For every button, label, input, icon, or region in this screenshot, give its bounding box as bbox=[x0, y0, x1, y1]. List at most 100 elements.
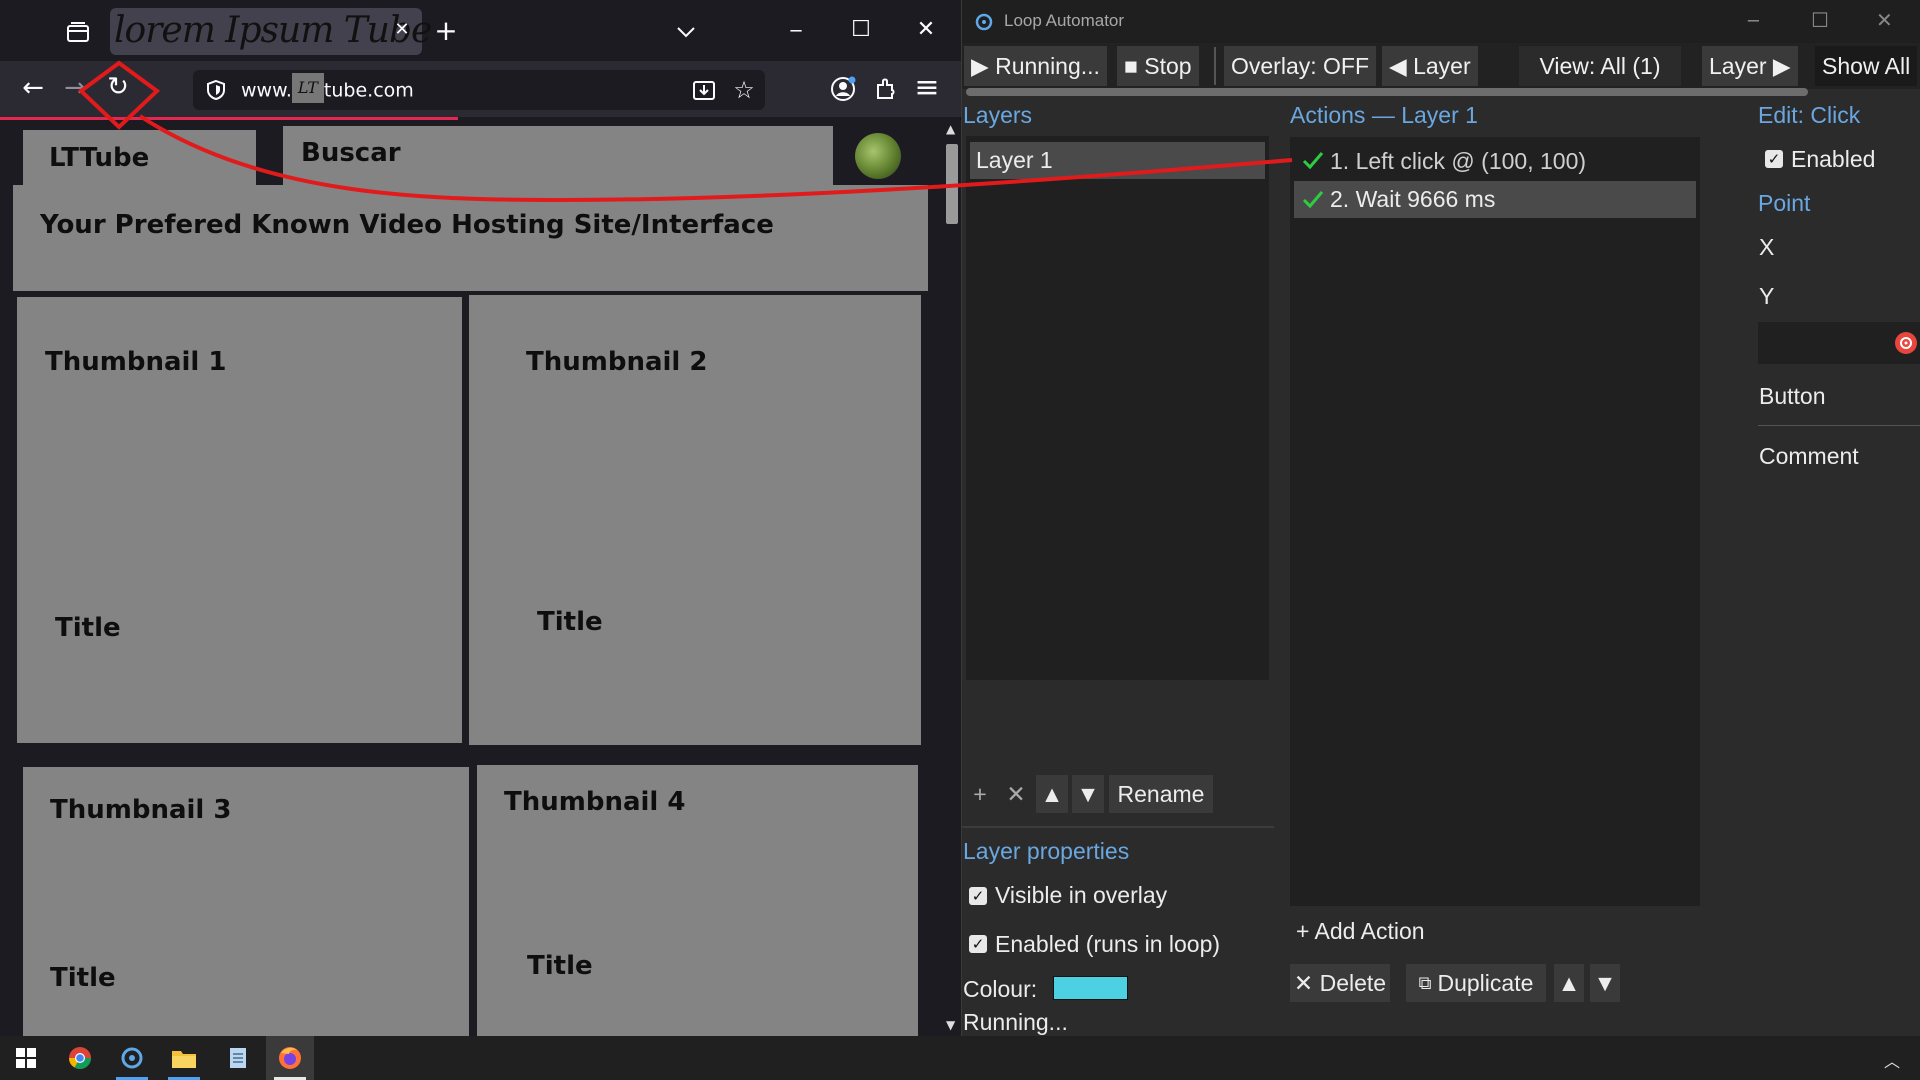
notepad-icon[interactable] bbox=[214, 1036, 262, 1080]
layer-item[interactable]: Layer 1 bbox=[970, 142, 1265, 179]
overlay-toggle-button[interactable]: Overlay: OFF bbox=[1224, 46, 1377, 86]
video-title: Title bbox=[537, 607, 603, 637]
layers-list: Layer 1 bbox=[966, 136, 1269, 680]
active-tab[interactable]: lorem Ipsum Tube ✕ bbox=[110, 8, 432, 55]
view-filter-label: View: All (1) bbox=[1519, 46, 1681, 86]
back-arrow-icon[interactable]: ← bbox=[18, 73, 48, 103]
scroll-thumb[interactable] bbox=[946, 144, 958, 224]
delete-action-button[interactable]: ✕ Delete bbox=[1290, 964, 1390, 1002]
download-icon[interactable] bbox=[692, 78, 716, 102]
taskbar: ︿ bbox=[0, 1036, 1920, 1080]
add-action-button[interactable]: + Add Action bbox=[1296, 918, 1425, 945]
shield-icon[interactable] bbox=[205, 79, 227, 101]
next-layer-button[interactable]: Layer ▶ bbox=[1702, 46, 1798, 86]
toolbar-scrollbar[interactable] bbox=[966, 88, 1808, 96]
duplicate-icon: ⧉ bbox=[1418, 972, 1432, 993]
app-toolbar: ▶ Running... ■ Stop Overlay: OFF ◀ Layer… bbox=[962, 43, 1920, 89]
action-item-selected[interactable]: 2. Wait 9666 ms bbox=[1294, 181, 1696, 218]
chrome-icon[interactable] bbox=[56, 1036, 104, 1080]
action-item-label: 1. Left click @ (100, 100) bbox=[1330, 148, 1587, 174]
running-button[interactable]: ▶ Running... bbox=[964, 46, 1107, 86]
app-close-button[interactable]: ✕ bbox=[1876, 8, 1893, 32]
actions-list: 1. Left click @ (100, 100) 2. Wait 9666 … bbox=[1290, 137, 1700, 906]
page-scrollbar[interactable]: ▲ ▼ bbox=[942, 120, 961, 1036]
new-tab-button[interactable]: + bbox=[432, 17, 460, 45]
url-host-redaction: LT bbox=[291, 73, 324, 103]
show-all-button[interactable]: Show All bbox=[1815, 46, 1918, 86]
loop-automator-window: Loop Automator ─ ☐ ✕ ▶ Running... ■ Stop… bbox=[961, 0, 1920, 1036]
url-bar[interactable]: www. LT tube.com ☆ bbox=[193, 70, 765, 110]
move-action-up-button[interactable]: ▲ bbox=[1554, 964, 1584, 1002]
rename-layer-button[interactable]: Rename bbox=[1109, 775, 1213, 813]
y-label: Y bbox=[1759, 283, 1775, 309]
video-card-1[interactable]: Thumbnail 1 Title bbox=[17, 297, 462, 743]
tab-title: lorem Ipsum Tube bbox=[114, 10, 432, 51]
bookmark-star-icon[interactable]: ☆ bbox=[730, 76, 758, 104]
enabled-in-loop-checkbox[interactable]: ✓ bbox=[969, 935, 987, 953]
app-minimize-button[interactable]: ─ bbox=[1748, 11, 1759, 32]
video-card-3[interactable]: Thumbnail 3 Title bbox=[23, 767, 469, 1037]
point-picker-field[interactable] bbox=[1758, 322, 1920, 364]
thumbnail-label: Thumbnail 3 bbox=[50, 795, 232, 825]
minimize-button[interactable]: ─ bbox=[782, 18, 810, 46]
video-title: Title bbox=[55, 613, 121, 643]
site-banner: Your Prefered Known Video Hosting Site/I… bbox=[13, 185, 928, 291]
target-picker-icon[interactable] bbox=[1895, 332, 1917, 354]
duplicate-action-button[interactable]: ⧉ Duplicate bbox=[1406, 964, 1546, 1002]
browser-window: lorem Ipsum Tube ✕ + ─ ☐ ✕ ← → ↻ www. LT t… bbox=[0, 0, 961, 1037]
move-layer-up-button[interactable]: ▲ bbox=[1036, 775, 1068, 813]
panel-divider bbox=[962, 826, 1274, 828]
video-card-2[interactable]: Thumbnail 2 Title bbox=[469, 295, 921, 745]
extensions-icon[interactable] bbox=[873, 76, 899, 102]
loop-automator-task-icon[interactable] bbox=[108, 1036, 156, 1080]
firefox-icon[interactable] bbox=[266, 1036, 314, 1080]
edit-divider bbox=[1758, 425, 1920, 426]
tray-chevron-up-icon[interactable]: ︿ bbox=[1884, 1048, 1900, 1072]
toolbar-divider bbox=[1214, 47, 1216, 85]
layer-properties-header: Layer properties bbox=[963, 838, 1130, 864]
add-layer-button[interactable]: + bbox=[966, 775, 994, 813]
tab-strip: lorem Ipsum Tube ✕ + ─ ☐ ✕ bbox=[0, 0, 961, 61]
reload-icon[interactable]: ↻ bbox=[103, 72, 133, 102]
tab-close-icon[interactable]: ✕ bbox=[390, 18, 414, 42]
close-button[interactable]: ✕ bbox=[912, 16, 940, 44]
action-enabled-checkbox[interactable]: ✓ bbox=[1765, 150, 1783, 168]
visible-in-overlay-label: Visible in overlay bbox=[995, 882, 1168, 908]
move-layer-down-button[interactable]: ▼ bbox=[1072, 775, 1104, 813]
previous-layer-button[interactable]: ◀ Layer bbox=[1382, 46, 1478, 86]
visible-in-overlay-checkbox[interactable]: ✓ bbox=[969, 887, 987, 905]
tab-list-chevron-icon[interactable] bbox=[672, 18, 700, 46]
panel-splitter[interactable] bbox=[1706, 98, 1718, 1004]
scroll-down-icon[interactable]: ▼ bbox=[946, 1018, 955, 1032]
app-title: Loop Automator bbox=[1004, 11, 1125, 30]
maximize-button[interactable]: ☐ bbox=[847, 16, 875, 44]
url-prefix: www. bbox=[241, 79, 292, 102]
scroll-up-icon[interactable]: ▲ bbox=[946, 122, 955, 136]
user-avatar[interactable] bbox=[855, 133, 901, 179]
thumbnail-label: Thumbnail 4 bbox=[504, 787, 686, 817]
url-suffix: tube.com bbox=[323, 79, 414, 102]
app-maximize-button[interactable]: ☐ bbox=[1811, 8, 1829, 32]
colour-label: Colour: bbox=[963, 976, 1038, 1002]
video-card-4[interactable]: Thumbnail 4 Title bbox=[477, 765, 918, 1037]
stop-button[interactable]: ■ Stop bbox=[1117, 46, 1199, 86]
status-text: Running... bbox=[963, 1009, 1068, 1035]
move-action-down-button[interactable]: ▼ bbox=[1590, 964, 1620, 1002]
action-item[interactable]: 1. Left click @ (100, 100) bbox=[1294, 143, 1696, 179]
tab-overview-icon[interactable] bbox=[64, 19, 92, 45]
windows-start-icon[interactable] bbox=[2, 1036, 50, 1080]
forward-arrow-icon[interactable]: → bbox=[60, 73, 90, 103]
url-text: www. LT tube.com bbox=[241, 73, 414, 103]
duplicate-label: Duplicate bbox=[1437, 969, 1534, 996]
remove-layer-button[interactable]: ✕ bbox=[1002, 775, 1030, 813]
hamburger-menu-icon[interactable]: ≡ bbox=[912, 73, 942, 103]
check-icon bbox=[1300, 147, 1326, 173]
file-explorer-icon[interactable] bbox=[160, 1036, 208, 1080]
layer-item-label: Layer 1 bbox=[976, 147, 1053, 173]
action-item-label: 2. Wait 9666 ms bbox=[1330, 186, 1496, 212]
colour-swatch[interactable] bbox=[1053, 976, 1128, 1000]
account-icon[interactable] bbox=[830, 76, 856, 102]
site-logo-text: LTTube bbox=[49, 143, 150, 173]
edit-header: Edit: Click bbox=[1758, 102, 1861, 128]
site-tagline: Your Prefered Known Video Hosting Site/I… bbox=[40, 210, 774, 240]
